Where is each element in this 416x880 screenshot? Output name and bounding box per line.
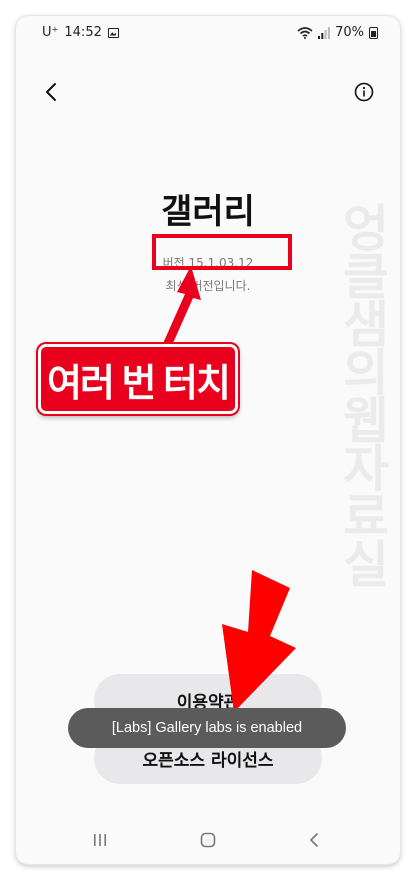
status-left: U⁺ 14:52 xyxy=(42,25,119,40)
recents-icon xyxy=(94,834,106,846)
clock: 14:52 xyxy=(64,25,102,40)
chevron-left-icon xyxy=(46,83,56,101)
navigation-bar xyxy=(16,816,400,864)
nav-back-button[interactable] xyxy=(300,826,328,854)
info-button[interactable] xyxy=(350,78,378,106)
status-right: 70% xyxy=(297,25,378,40)
battery-percent: 70% xyxy=(335,25,364,40)
info-circle-icon xyxy=(354,82,374,102)
battery-icon xyxy=(369,26,378,39)
annotation-arrow-up xyxy=(161,266,201,352)
home-button[interactable] xyxy=(194,826,222,854)
gallery-notification-icon xyxy=(107,27,119,38)
status-bar: U⁺ 14:52 70% xyxy=(16,16,400,50)
back-icon xyxy=(310,833,318,847)
back-button[interactable] xyxy=(38,78,66,106)
signal-icon xyxy=(318,26,330,39)
recents-button[interactable] xyxy=(86,826,114,854)
page-title: 갤러리 xyxy=(161,193,255,231)
phone-screen: U⁺ 14:52 70% 엉클샘의웹자료실 갤러리 버전 15.1.03.12 … xyxy=(16,16,400,864)
annotation-label: 여러 번 터치 xyxy=(38,344,238,414)
annotation-arrow-down xyxy=(222,570,296,712)
carrier-label: U⁺ xyxy=(42,25,59,40)
wifi-icon xyxy=(297,26,313,39)
toast-message: [Labs] Gallery labs is enabled xyxy=(68,708,346,748)
home-icon xyxy=(200,832,216,848)
